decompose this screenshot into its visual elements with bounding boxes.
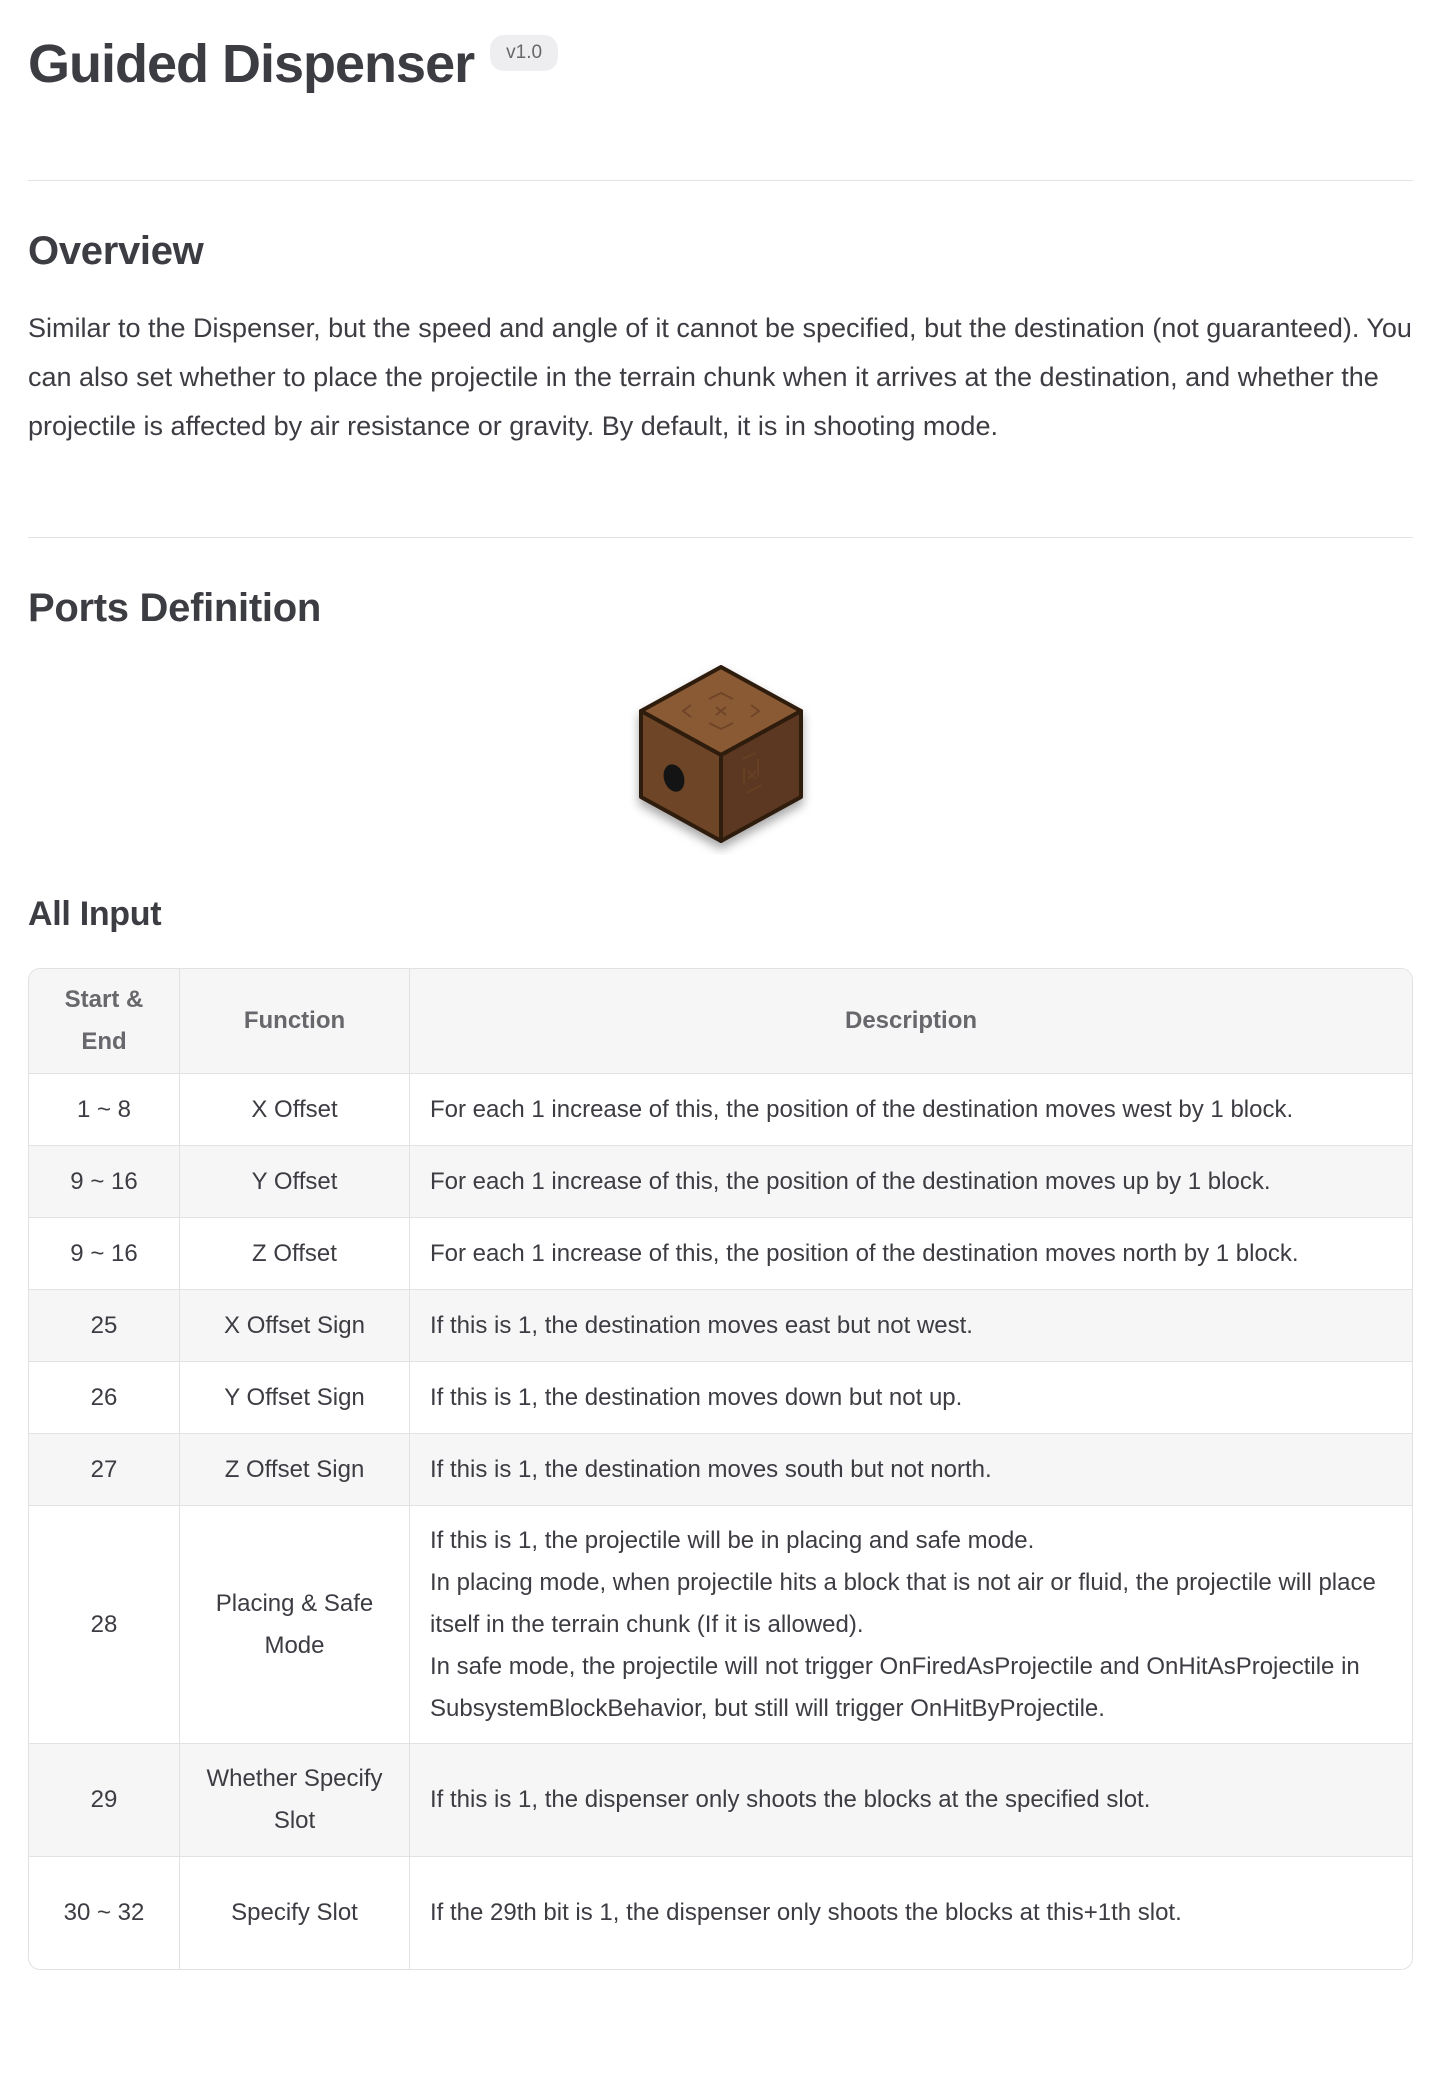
cell-description: If this is 1, the dispenser only shoots … (409, 1743, 1412, 1857)
header-description: Description (409, 969, 1412, 1074)
cell-function: Y Offset Sign (179, 1361, 410, 1434)
cell-function: Whether Specify Slot (179, 1743, 410, 1857)
input-table: Start & End Function Description 1 ~ 8X … (28, 968, 1413, 1970)
table-row: 27 Z Offset Sign If this is 1, the destina… (29, 1433, 1412, 1506)
cell-function: X Offset (179, 1073, 410, 1146)
cell-function: Y Offset (179, 1145, 410, 1218)
description-line: For each 1 increase of this, the positio… (430, 1239, 1299, 1267)
description-line: If this is 1, the destination moves down… (430, 1383, 963, 1411)
all-input-heading: All Input (28, 895, 162, 933)
description-line: If the 29th bit is 1, the dispenser only… (430, 1899, 1182, 1926)
table-row: 26 Y Offset Sign If this is 1, the destina… (29, 1361, 1412, 1434)
cell-description: If this is 1, the destination moves down… (409, 1361, 1412, 1434)
description-line: If this is 1, the destination moves sout… (430, 1455, 992, 1483)
page-title: Guided Dispenser (28, 34, 475, 94)
divider (28, 180, 1413, 181)
divider (28, 537, 1413, 538)
cell-range: 9 ~ 16 (29, 1217, 180, 1290)
cell-description: If this is 1, the projectile will be in … (409, 1505, 1412, 1744)
guided-dispenser-block-icon (638, 665, 803, 843)
version-badge: v1.0 (490, 35, 559, 71)
cell-range: 26 (29, 1361, 180, 1434)
description-line: If this is 1, the projectile will be in … (430, 1526, 1035, 1554)
cell-range: 27 (29, 1433, 180, 1506)
cell-description: For each 1 increase of this, the positio… (409, 1217, 1412, 1290)
cell-function: Z Offset (179, 1217, 410, 1290)
table-header-row: Start & End Function Description (29, 969, 1412, 1074)
cell-range: 29 (29, 1743, 180, 1857)
doc-page: Guided Dispenser v1.0 Overview Similar t… (28, 0, 1413, 1970)
cell-function: Placing & Safe Mode (179, 1505, 410, 1744)
cell-description: If the 29th bit is 1, the dispenser only… (410, 1857, 1413, 1970)
cell-description: If this is 1, the destination moves sout… (409, 1433, 1412, 1506)
table-row: 9 ~ 16 Z Offset For each 1 increase of thi… (29, 1217, 1412, 1290)
cell-description: If this is 1, the destination moves east… (409, 1289, 1412, 1362)
header-function: Function (179, 969, 410, 1074)
description-line: If this is 1, the destination moves east… (430, 1311, 973, 1339)
description-line: If this is 1, the dispenser only shoots … (430, 1786, 1151, 1813)
table-row: 29 Whether Specify Slot If this is 1, the … (29, 1743, 1412, 1857)
cell-description: For each 1 increase of this, the positio… (409, 1145, 1412, 1218)
description-line: In placing mode, when projectile hits a … (430, 1568, 1376, 1638)
table-row: 1 ~ 8X Offset For each 1 increase of this… (29, 1073, 1412, 1146)
overview-text: Similar to the Dispenser, but the speed … (28, 313, 1412, 441)
cell-description: For each 1 increase of this, the positio… (409, 1073, 1412, 1146)
cell-range: 1 ~ 8 (29, 1073, 180, 1146)
cell-range: 9 ~ 16 (29, 1145, 180, 1218)
table-row: 25 X Offset Sign If this is 1, the destina… (29, 1289, 1412, 1362)
header-start-end: Start & End (29, 969, 180, 1074)
cell-range: 30 ~ 32 (29, 1856, 180, 1969)
description-line: In safe mode, the projectile will not tr… (430, 1652, 1360, 1722)
ports-heading: Ports Definition (28, 586, 321, 630)
cell-range: 28 (29, 1505, 180, 1744)
cell-function: Specify Slot (179, 1856, 410, 1969)
table-row: 9 ~ 16 Y Offset For each 1 increase of thi… (29, 1145, 1412, 1218)
description-line: For each 1 increase of this, the positio… (430, 1167, 1271, 1195)
title-row: Guided Dispenser v1.0 (28, 0, 1413, 100)
description-line: For each 1 increase of this, the positio… (430, 1095, 1294, 1123)
table-row: 30 ~ 32 Specify Slot If the 29th bit is 1,… (29, 1856, 1413, 1970)
table-row: 28 Placing & Safe Mode If this is 1, the p… (29, 1505, 1412, 1744)
cell-range: 25 (29, 1289, 180, 1362)
cell-function: Z Offset Sign (179, 1433, 410, 1506)
block-image (28, 655, 1413, 855)
cell-function: X Offset Sign (179, 1289, 410, 1362)
overview-heading: Overview (28, 229, 204, 273)
